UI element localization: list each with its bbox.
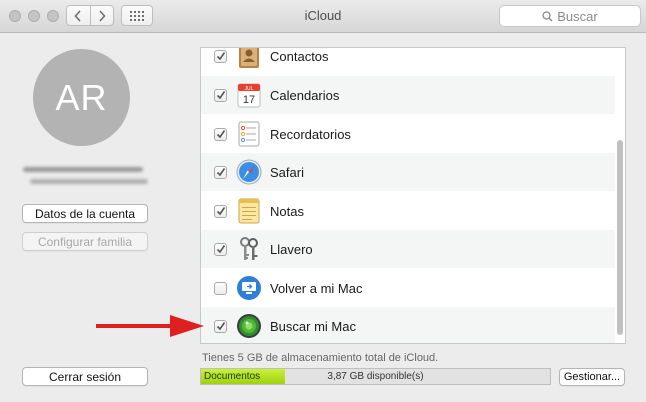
search-icon [542, 10, 553, 21]
navigation-segment [66, 5, 114, 26]
zoom-window-button[interactable] [47, 10, 59, 22]
account-panel: AR Datos de la cuenta Configurar familia… [0, 34, 170, 402]
calendar-icon: JUL 17 [235, 82, 262, 109]
service-label: Volver a mi Mac [270, 280, 363, 296]
notes-checkbox[interactable] [214, 204, 227, 218]
service-row-contacts[interactable]: Contactos [201, 48, 615, 75]
service-label: Notas [270, 203, 304, 219]
safari-icon [235, 159, 262, 186]
reminders-checkbox[interactable] [214, 127, 227, 141]
reminders-icon [235, 121, 262, 148]
minimize-window-button[interactable] [28, 10, 40, 22]
service-row-notes[interactable]: Notas [201, 192, 615, 230]
redacted-account-name [23, 167, 143, 172]
checkmark-icon [216, 52, 225, 61]
keychain-checkbox[interactable] [214, 242, 227, 256]
keychain-icon [235, 236, 262, 263]
red-arrow-annotation [96, 315, 204, 337]
service-label: Llavero [270, 241, 313, 257]
chevron-right-icon [99, 9, 106, 22]
contacts-icon [235, 48, 262, 70]
service-row-find-my-mac[interactable]: Buscar mi Mac [201, 307, 615, 343]
services-list: Contactos JUL 17 Calendarios Recordatori… [200, 47, 626, 344]
storage-available: 3,87 GB disponible(s) [327, 371, 424, 382]
calendars-checkbox[interactable] [214, 88, 227, 102]
storage-summary: Tienes 5 GB de almacenamiento total de i… [202, 352, 439, 364]
service-label: Safari [270, 164, 304, 180]
family-setup-button[interactable]: Configurar familia [22, 232, 148, 251]
service-row-keychain[interactable]: Llavero [201, 230, 615, 268]
find-my-mac-icon [235, 313, 262, 340]
service-row-reminders[interactable]: Recordatorios [201, 115, 615, 153]
title-bar: iCloud Buscar [0, 0, 646, 33]
checkmark-icon [216, 168, 225, 177]
calendar-day: 17 [242, 94, 254, 106]
checkmark-icon [216, 130, 225, 139]
find-my-mac-checkbox[interactable] [214, 319, 227, 333]
contacts-checkbox[interactable] [214, 49, 227, 63]
sign-out-button[interactable]: Cerrar sesión [22, 367, 148, 386]
service-label: Calendarios [270, 87, 340, 103]
search-placeholder: Buscar [557, 8, 598, 24]
account-details-button[interactable]: Datos de la cuenta [22, 204, 148, 223]
back-to-my-mac-checkbox[interactable] [214, 281, 227, 295]
checkmark-icon [216, 322, 225, 331]
chevron-left-icon [74, 9, 81, 22]
storage-bar: Documentos 3,87 GB disponible(s) [200, 368, 551, 385]
services-scrollbar[interactable] [614, 48, 625, 343]
close-window-button[interactable] [9, 10, 21, 22]
checkmark-icon [216, 91, 225, 100]
avatar-initials: AR [55, 76, 108, 118]
service-row-calendars[interactable]: JUL 17 Calendarios [201, 76, 615, 114]
avatar[interactable]: AR [33, 49, 130, 146]
manage-storage-button[interactable]: Gestionar... [559, 368, 625, 386]
show-all-button[interactable] [121, 5, 153, 26]
scrollbar-thumb[interactable] [617, 140, 623, 335]
redacted-account-email [30, 179, 148, 184]
calendar-month: JUL [244, 86, 253, 92]
notes-icon [235, 198, 262, 225]
back-button[interactable] [67, 6, 90, 25]
checkmark-icon [216, 207, 225, 216]
service-row-safari[interactable]: Safari [201, 153, 615, 191]
forward-button[interactable] [89, 6, 114, 25]
service-label: Contactos [270, 48, 329, 64]
safari-checkbox[interactable] [214, 165, 227, 179]
service-row-back-to-my-mac[interactable]: Volver a mi Mac [201, 269, 615, 307]
service-label: Recordatorios [270, 126, 351, 142]
search-field[interactable]: Buscar [499, 5, 641, 27]
service-label: Buscar mi Mac [270, 318, 356, 334]
grid-icon [130, 10, 144, 21]
back-to-my-mac-icon [235, 275, 262, 302]
checkmark-icon [216, 245, 225, 254]
